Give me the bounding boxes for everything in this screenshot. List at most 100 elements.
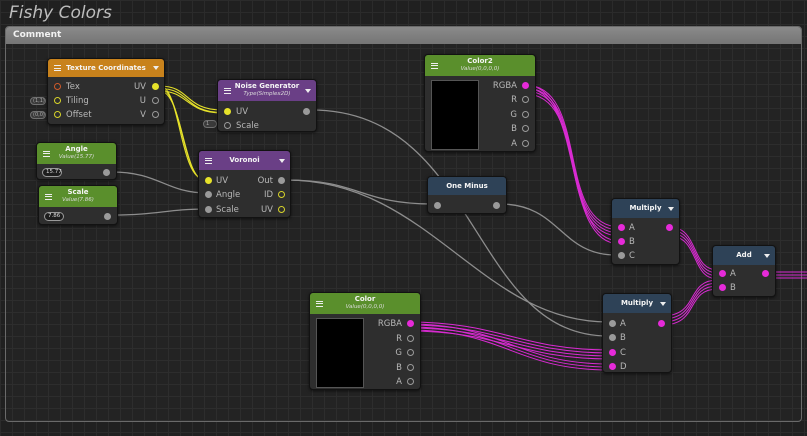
noise-output-port[interactable] (303, 108, 310, 115)
u-output-port[interactable] (152, 97, 159, 104)
port-label: A (730, 269, 736, 279)
node-title: Voronoi (229, 156, 260, 164)
port-label: B (730, 283, 736, 293)
node-title: Noise Generator (234, 82, 300, 90)
b-output-port[interactable] (522, 125, 529, 132)
a-input-port[interactable] (609, 320, 616, 327)
id-output-port[interactable] (278, 191, 285, 198)
offset-input-port[interactable] (54, 111, 61, 118)
scale-input-port[interactable] (205, 206, 212, 213)
port-label: B (396, 363, 402, 373)
port-label: C (620, 348, 626, 358)
out-output-port[interactable] (278, 177, 285, 184)
angle-input-port[interactable] (205, 191, 212, 198)
node-header[interactable]: Texture Coordinates (48, 59, 164, 77)
port-label: Scale (236, 121, 259, 131)
scale-stub[interactable]: 1 (203, 120, 217, 128)
texture-coordinates-node[interactable]: Texture Coordinates Tex Tiling Offset UV… (47, 58, 165, 125)
one-minus-node[interactable]: One Minus (427, 176, 507, 214)
port-label: B (629, 237, 635, 247)
wire-color2-to-multiply1 (524, 84, 621, 228)
uv-input-port[interactable] (205, 177, 212, 184)
chevron-down-icon[interactable] (153, 66, 159, 70)
a-input-port[interactable] (719, 270, 726, 277)
node-header[interactable]: Add (713, 246, 775, 265)
tiling-input-port[interactable] (54, 97, 61, 104)
chevron-down-icon[interactable] (668, 206, 674, 211)
d-input-port[interactable] (609, 363, 616, 370)
port-label: A (511, 139, 517, 149)
menu-icon[interactable] (205, 157, 212, 164)
port-label: B (620, 333, 626, 343)
g-output-port[interactable] (522, 111, 529, 118)
chevron-down-icon[interactable] (279, 158, 285, 163)
node-header[interactable]: Color2 Value(0,0,0,0) (425, 55, 535, 76)
b-input-port[interactable] (618, 238, 625, 245)
scale-output-port[interactable] (104, 213, 111, 220)
a-output-port[interactable] (407, 378, 414, 385)
angle-value-field[interactable]: 15.77 (42, 168, 62, 177)
output-port[interactable] (666, 224, 673, 231)
chevron-down-icon[interactable] (660, 301, 666, 306)
node-header[interactable]: Noise Generator Type(Simplex2D) (218, 80, 316, 101)
node-header[interactable]: Multiply (612, 199, 679, 218)
scale-node[interactable]: Scale Value(7.86) 7.86 (38, 185, 118, 225)
noise-generator-node[interactable]: Noise Generator Type(Simplex2D) UV Scale (217, 79, 317, 132)
color2-node[interactable]: Color2 Value(0,0,0,0) RGBA R G B A (424, 54, 536, 152)
rgba-output-port[interactable] (522, 82, 529, 89)
v-output-port[interactable] (152, 111, 159, 118)
a-output-port[interactable] (522, 140, 529, 147)
voronoi-node[interactable]: Voronoi UV Angle Scale Out ID UV (198, 150, 291, 218)
add-node[interactable]: Add A B (712, 245, 776, 297)
angle-output-port[interactable] (103, 169, 110, 176)
input-port[interactable] (434, 202, 441, 209)
menu-icon[interactable] (224, 87, 231, 94)
menu-icon[interactable] (316, 300, 323, 307)
r-output-port[interactable] (522, 96, 529, 103)
uv-output-port[interactable] (278, 206, 285, 213)
node-header[interactable]: Scale Value(7.86) (39, 186, 117, 207)
color-node[interactable]: Color Value(0,0,0,0) RGBA R G B A (309, 292, 421, 390)
menu-icon[interactable] (45, 193, 52, 200)
b-input-port[interactable] (719, 284, 726, 291)
node-header[interactable]: Color Value(0,0,0,0) (310, 293, 420, 314)
multiply-node-1[interactable]: Multiply A B C (611, 198, 680, 265)
chevron-down-icon[interactable] (764, 253, 770, 258)
menu-icon[interactable] (43, 150, 50, 157)
offset-stub[interactable]: (0,0) (30, 111, 46, 119)
port-label: RGBA (492, 81, 517, 91)
rgba-output-port[interactable] (407, 320, 414, 327)
tiling-stub[interactable]: (1,1) (30, 97, 46, 105)
port-label: G (395, 348, 402, 358)
port-label: A (396, 377, 402, 387)
b-input-port[interactable] (609, 334, 616, 341)
scale-value-field[interactable]: 7.86 (44, 212, 64, 221)
a-input-port[interactable] (618, 224, 625, 231)
menu-icon[interactable] (54, 65, 61, 71)
r-output-port[interactable] (407, 335, 414, 342)
output-port[interactable] (762, 270, 769, 277)
node-header[interactable]: One Minus (428, 177, 506, 195)
menu-icon[interactable] (431, 62, 438, 69)
angle-node[interactable]: Angle Value(15.77) 15.77 (36, 142, 117, 180)
c-input-port[interactable] (609, 349, 616, 356)
output-port[interactable] (493, 202, 500, 209)
node-header[interactable]: Voronoi (199, 151, 290, 170)
chevron-down-icon[interactable] (305, 88, 311, 93)
c-input-port[interactable] (618, 252, 625, 259)
color-preview[interactable] (431, 80, 479, 150)
uv-input-port[interactable] (224, 108, 231, 115)
node-header[interactable]: Multiply (603, 294, 671, 313)
output-port[interactable] (658, 320, 665, 327)
color-preview[interactable] (316, 318, 364, 388)
b-output-port[interactable] (407, 364, 414, 371)
scale-input-port[interactable] (224, 122, 231, 129)
port-label: Offset (66, 110, 92, 120)
tex-input-port[interactable] (54, 83, 61, 90)
node-header[interactable]: Angle Value(15.77) (37, 143, 116, 164)
g-output-port[interactable] (407, 349, 414, 356)
multiply-node-2[interactable]: Multiply A B C D (602, 293, 672, 373)
port-label: Out (257, 176, 273, 186)
uv-output-port[interactable] (152, 83, 159, 90)
node-subtitle: Value(0,0,0,0) (345, 304, 385, 310)
